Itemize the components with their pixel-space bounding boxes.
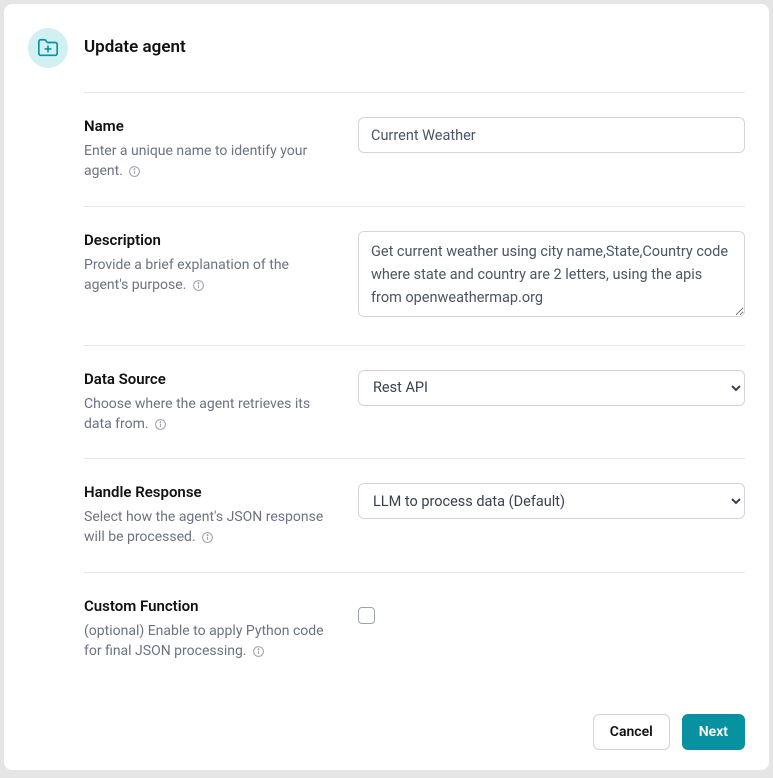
update-agent-modal: Update agent Name Enter a unique name to… [4,4,769,770]
description-row: Description Provide a brief explanation … [84,206,745,345]
cancel-button[interactable]: Cancel [593,714,670,750]
handle-response-select[interactable]: LLM to process data (Default) [358,483,745,519]
description-label: Description [84,231,334,249]
info-icon[interactable] [252,645,265,658]
name-row: Name Enter a unique name to identify you… [84,92,745,206]
description-textarea[interactable] [358,231,745,317]
info-icon[interactable] [192,279,205,292]
data-source-row: Data Source Choose where the agent retri… [84,345,745,459]
info-icon[interactable] [201,531,214,544]
custom-function-description: (optional) Enable to apply Python code f… [84,621,334,662]
modal-header: Update agent [28,28,745,68]
modal-footer: Cancel Next [28,702,745,750]
custom-function-checkbox[interactable] [358,607,375,624]
handle-response-label: Handle Response [84,483,334,501]
info-icon[interactable] [154,418,167,431]
name-label: Name [84,117,334,135]
description-description: Provide a brief explanation of the agent… [84,255,334,296]
name-input[interactable] [358,117,745,153]
handle-response-row: Handle Response Select how the agent's J… [84,458,745,572]
data-source-description: Choose where the agent retrieves its dat… [84,394,334,435]
next-button[interactable]: Next [682,714,745,750]
custom-function-row: Custom Function (optional) Enable to app… [84,572,745,686]
name-description: Enter a unique name to identify your age… [84,141,334,182]
folder-plus-icon [28,28,68,68]
data-source-select[interactable]: Rest API [358,370,745,406]
data-source-label: Data Source [84,370,334,388]
handle-response-description: Select how the agent's JSON response wil… [84,507,334,548]
form-content: Name Enter a unique name to identify you… [28,92,745,702]
modal-title: Update agent [84,28,186,57]
custom-function-label: Custom Function [84,597,334,615]
info-icon[interactable] [128,165,141,178]
